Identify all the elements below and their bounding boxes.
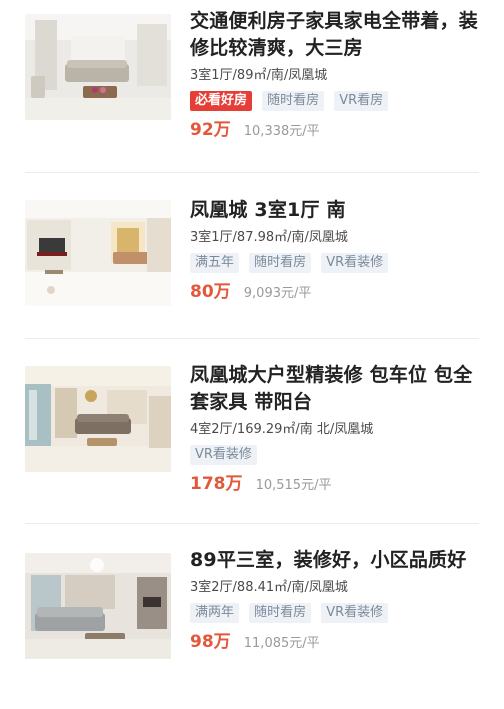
listing-meta: 3室2厅/88.41㎡/南/凤凰城 [190,580,348,595]
listing-meta: 3室1厅/89㎡/南/凤凰城 [190,68,328,83]
listing-title[interactable]: 凤凰城大户型精装修 包车位 包全套家具 带阳台 [190,362,484,416]
divider [25,338,479,339]
listing-tags: 满两年 随时看房 VR看装修 [190,603,484,625]
tag-must-see: 必看好房 [190,91,253,111]
total-price: 178万 [190,474,243,494]
unit-price: 10,515元/平 [255,478,332,493]
living-room-photo [25,366,171,472]
listing-card[interactable]: 89平三室，装修好，小区品质好 3室2厅/88.41㎡/南/凤凰城 满两年 随时… [0,537,504,709]
unit-price: 9,093元/平 [243,286,312,301]
divider [25,523,479,524]
listing-tags: VR看装修 [190,445,484,467]
tag-vr: VR看装修 [190,445,257,465]
unit-price: 11,085元/平 [243,636,320,651]
tag-two-years: 满两年 [190,603,240,623]
listing-tags: 必看好房 随时看房 VR看房 [190,91,484,113]
listing-photo[interactable] [25,553,171,659]
listing-tags: 满五年 随时看房 VR看装修 [190,253,484,275]
total-price: 92万 [190,120,231,140]
unit-price: 10,338元/平 [243,124,320,139]
living-room-photo [25,553,171,659]
listing-card[interactable]: 凤凰城大户型精装修 包车位 包全套家具 带阳台 4室2厅/169.29㎡/南 北… [0,352,504,524]
price-row: 178万 10,515元/平 [190,473,484,497]
price-row: 92万 10,338元/平 [190,119,484,143]
listing-list: 交通便利房子家具家电全带着，装修比较清爽，大三房 3室1厅/89㎡/南/凤凰城 … [0,0,504,699]
listing-title[interactable]: 89平三室，装修好，小区品质好 [190,547,484,574]
listing-meta: 4室2厅/169.29㎡/南 北/凤凰城 [190,422,374,437]
listing-card[interactable]: 交通便利房子家具家电全带着，装修比较清爽，大三房 3室1厅/89㎡/南/凤凰城 … [0,0,504,172]
total-price: 98万 [190,632,231,652]
tag-five-years: 满五年 [190,253,240,273]
living-room-photo [25,14,171,120]
tag-vr: VR看房 [334,91,389,111]
tag-viewing: 随时看房 [249,253,312,273]
listing-photo[interactable] [25,14,171,120]
divider [25,172,479,173]
total-price: 80万 [190,282,231,302]
living-room-photo [25,200,171,306]
tag-viewing: 随时看房 [249,603,312,623]
tag-viewing: 随时看房 [262,91,325,111]
tag-vr: VR看装修 [321,253,389,273]
listing-card[interactable]: 凤凰城 3室1厅 南 3室1厅/87.98㎡/南/凤凰城 满五年 随时看房 VR… [0,186,504,358]
listing-meta: 3室1厅/87.98㎡/南/凤凰城 [190,230,348,245]
price-row: 80万 9,093元/平 [190,281,484,305]
price-row: 98万 11,085元/平 [190,631,484,655]
listing-photo[interactable] [25,200,171,306]
listing-photo[interactable] [25,366,171,472]
tag-vr: VR看装修 [321,603,389,623]
listing-title[interactable]: 凤凰城 3室1厅 南 [190,197,484,224]
listing-title[interactable]: 交通便利房子家具家电全带着，装修比较清爽，大三房 [190,8,484,62]
